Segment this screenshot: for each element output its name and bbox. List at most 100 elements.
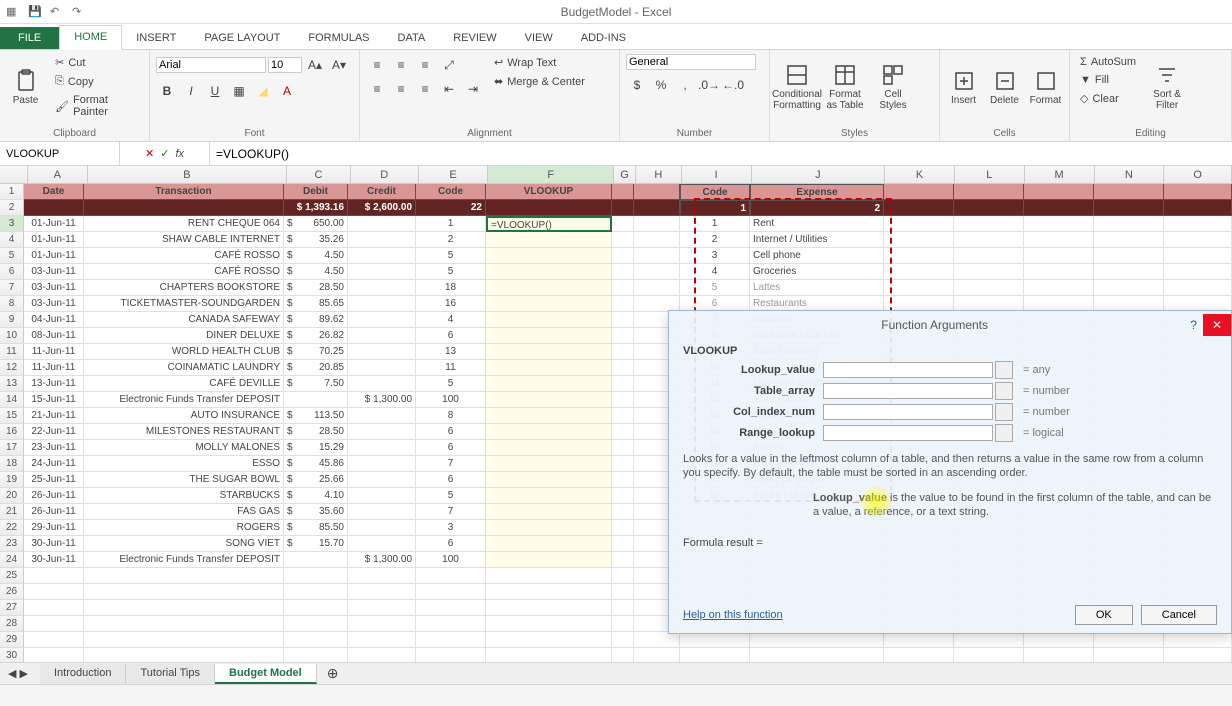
cell-C4[interactable]: $35.26: [284, 232, 348, 248]
cell-B19[interactable]: THE SUGAR BOWL: [84, 472, 284, 488]
sheet-tab-tutorial-tips[interactable]: Tutorial Tips: [126, 664, 215, 684]
font-color-button[interactable]: A: [276, 80, 298, 102]
cell-N2[interactable]: [1094, 200, 1164, 216]
align-middle-icon[interactable]: ≡: [390, 54, 412, 76]
cell-B13[interactable]: CAFÉ DEVILLE: [84, 376, 284, 392]
bold-button[interactable]: B: [156, 80, 178, 102]
cell-A28[interactable]: [24, 616, 84, 632]
cell-A6[interactable]: 03-Jun-11: [24, 264, 84, 280]
cell-E18[interactable]: 7: [416, 456, 486, 472]
cell-E15[interactable]: 8: [416, 408, 486, 424]
cell-E14[interactable]: 100: [416, 392, 486, 408]
cell-E11[interactable]: 13: [416, 344, 486, 360]
row-header-29[interactable]: 29: [0, 632, 24, 648]
cell-D8[interactable]: [348, 296, 416, 312]
cell-A8[interactable]: 03-Jun-11: [24, 296, 84, 312]
tab-page-layout[interactable]: PAGE LAYOUT: [190, 27, 294, 49]
ok-button[interactable]: OK: [1075, 605, 1133, 625]
cell-J5[interactable]: Cell phone: [750, 248, 884, 264]
cell-F24[interactable]: [486, 552, 612, 568]
cell-I7[interactable]: 5: [680, 280, 750, 296]
cell-E5[interactable]: 5: [416, 248, 486, 264]
cell-A13[interactable]: 13-Jun-11: [24, 376, 84, 392]
cell-M2[interactable]: [1024, 200, 1094, 216]
cell-K7[interactable]: [884, 280, 954, 296]
fx-icon[interactable]: fx: [175, 148, 184, 160]
cell-F17[interactable]: [486, 440, 612, 456]
cell-D11[interactable]: [348, 344, 416, 360]
cell-E20[interactable]: 5: [416, 488, 486, 504]
tab-add-ins[interactable]: ADD-INS: [567, 27, 640, 49]
row-header-3[interactable]: 3: [0, 216, 24, 232]
delete-cells-button[interactable]: Delete: [987, 54, 1022, 120]
cell-G10[interactable]: [612, 328, 634, 344]
cell-J6[interactable]: Groceries: [750, 264, 884, 280]
cell-J4[interactable]: Internet / Utilities: [750, 232, 884, 248]
col-header-L[interactable]: L: [955, 166, 1025, 183]
tab-data[interactable]: DATA: [384, 27, 440, 49]
cell-A12[interactable]: 11-Jun-11: [24, 360, 84, 376]
increase-font-icon[interactable]: A▴: [304, 54, 326, 76]
cell-B22[interactable]: ROGERS: [84, 520, 284, 536]
cell-I29[interactable]: [680, 632, 750, 648]
close-icon[interactable]: ✕: [1203, 314, 1231, 336]
cell-B16[interactable]: MILESTONES RESTAURANT: [84, 424, 284, 440]
cell-D13[interactable]: [348, 376, 416, 392]
arg-input-0[interactable]: [823, 362, 993, 378]
cell-A21[interactable]: 26-Jun-11: [24, 504, 84, 520]
sheet-tab-budget-model[interactable]: Budget Model: [215, 664, 317, 684]
cell-C1[interactable]: Debit: [284, 184, 348, 200]
cell-A24[interactable]: 30-Jun-11: [24, 552, 84, 568]
cell-D20[interactable]: [348, 488, 416, 504]
cell-A15[interactable]: 21-Jun-11: [24, 408, 84, 424]
currency-icon[interactable]: $: [626, 74, 648, 96]
cell-G25[interactable]: [612, 568, 634, 584]
cell-B20[interactable]: STARBUCKS: [84, 488, 284, 504]
cell-E19[interactable]: 6: [416, 472, 486, 488]
cell-K29[interactable]: [884, 632, 954, 648]
cell-G1[interactable]: [612, 184, 634, 200]
row-header-13[interactable]: 13: [0, 376, 24, 392]
cell-F18[interactable]: [486, 456, 612, 472]
cell-B27[interactable]: [84, 600, 284, 616]
cell-F29[interactable]: [486, 632, 612, 648]
row-header-12[interactable]: 12: [0, 360, 24, 376]
tab-file[interactable]: FILE: [0, 27, 59, 49]
cell-H7[interactable]: [634, 280, 680, 296]
cell-G17[interactable]: [612, 440, 634, 456]
cell-B6[interactable]: CAFÉ ROSSO: [84, 264, 284, 280]
cell-D1[interactable]: Credit: [348, 184, 416, 200]
cell-E8[interactable]: 16: [416, 296, 486, 312]
cell-F15[interactable]: [486, 408, 612, 424]
cell-B7[interactable]: CHAPTERS BOOKSTORE: [84, 280, 284, 296]
cell-A26[interactable]: [24, 584, 84, 600]
cell-D19[interactable]: [348, 472, 416, 488]
row-header-2[interactable]: 2: [0, 200, 24, 216]
comma-icon[interactable]: ,: [674, 74, 696, 96]
range-picker-icon[interactable]: [995, 382, 1013, 400]
cell-L6[interactable]: [954, 264, 1024, 280]
cell-C11[interactable]: $70.25: [284, 344, 348, 360]
fill-color-button[interactable]: ◢: [252, 80, 274, 102]
cell-O1[interactable]: [1164, 184, 1232, 200]
cell-J29[interactable]: [750, 632, 884, 648]
range-picker-icon[interactable]: [995, 403, 1013, 421]
cell-G22[interactable]: [612, 520, 634, 536]
decrease-indent-icon[interactable]: ⇤: [438, 78, 460, 100]
cell-C15[interactable]: $113.50: [284, 408, 348, 424]
cell-B5[interactable]: CAFÉ ROSSO: [84, 248, 284, 264]
cell-B12[interactable]: COINAMATIC LAUNDRY: [84, 360, 284, 376]
row-header-19[interactable]: 19: [0, 472, 24, 488]
cell-O5[interactable]: [1164, 248, 1232, 264]
percent-icon[interactable]: %: [650, 74, 672, 96]
cell-D5[interactable]: [348, 248, 416, 264]
cell-N29[interactable]: [1094, 632, 1164, 648]
cell-D16[interactable]: [348, 424, 416, 440]
cell-E22[interactable]: 3: [416, 520, 486, 536]
cell-A1[interactable]: Date: [24, 184, 84, 200]
row-header-8[interactable]: 8: [0, 296, 24, 312]
cancel-button[interactable]: Cancel: [1141, 605, 1217, 625]
cell-E21[interactable]: 7: [416, 504, 486, 520]
cell-D22[interactable]: [348, 520, 416, 536]
tab-formulas[interactable]: FORMULAS: [294, 27, 383, 49]
